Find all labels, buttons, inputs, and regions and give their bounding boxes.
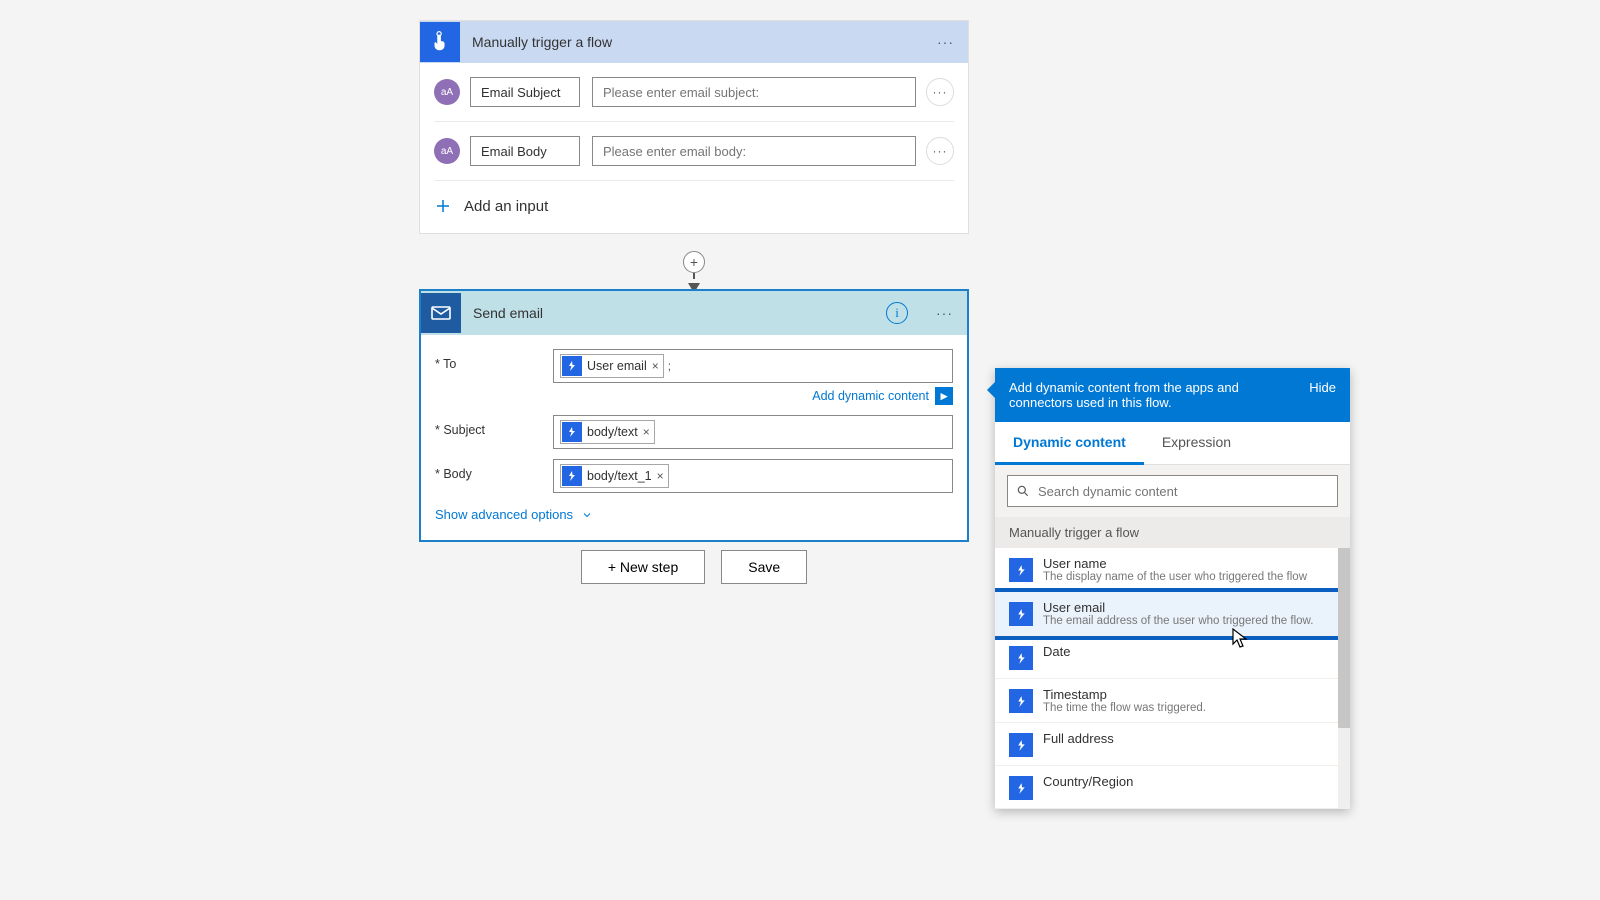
dc-item-date[interactable]: Date: [995, 636, 1350, 679]
trigger-param-row: aA Email Body ···: [434, 122, 954, 181]
flow-token-icon: [1009, 558, 1033, 582]
flow-token-icon: [562, 356, 582, 376]
action-body: * To User email × ; Add dynamic content …: [421, 335, 967, 540]
token-remove-button[interactable]: ×: [652, 359, 659, 373]
search-icon: [1016, 484, 1030, 498]
field-label: * Subject: [435, 415, 553, 437]
token-separator: ;: [668, 359, 671, 373]
manual-trigger-icon: [420, 22, 460, 62]
connector: +: [679, 251, 709, 293]
token-label: body/text_1: [587, 469, 652, 483]
save-button[interactable]: Save: [721, 550, 807, 584]
dc-item-country-region[interactable]: Country/Region: [995, 766, 1350, 809]
token-remove-button[interactable]: ×: [657, 469, 664, 483]
body-input[interactable]: body/text_1 ×: [553, 459, 953, 493]
add-input-button[interactable]: Add an input: [434, 181, 954, 233]
token-body-text[interactable]: body/text ×: [560, 420, 655, 444]
field-subject: * Subject body/text ×: [435, 415, 953, 449]
action-card: Send email i ··· * To User email × ;: [419, 289, 969, 542]
add-dynamic-content-link[interactable]: Add dynamic content ▸: [553, 387, 953, 405]
hide-panel-button[interactable]: Hide: [1309, 380, 1336, 395]
action-title: Send email: [461, 305, 886, 321]
flow-token-icon: [1009, 646, 1033, 670]
trigger-header[interactable]: Manually trigger a flow ···: [420, 21, 968, 63]
plus-icon: [434, 197, 452, 215]
send-email-icon: [421, 293, 461, 333]
trigger-menu-button[interactable]: ···: [923, 34, 968, 50]
show-advanced-options[interactable]: Show advanced options: [435, 507, 953, 522]
param-label[interactable]: Email Subject: [470, 77, 580, 107]
arrow-icon: [693, 273, 695, 279]
flow-token-icon: [562, 466, 582, 486]
subject-input[interactable]: body/text ×: [553, 415, 953, 449]
field-label: * To: [435, 349, 553, 371]
param-label[interactable]: Email Body: [470, 136, 580, 166]
token-body-text-1[interactable]: body/text_1 ×: [560, 464, 669, 488]
new-step-button[interactable]: + New step: [581, 550, 705, 584]
dc-banner: Add dynamic content from the apps and co…: [995, 368, 1350, 422]
action-menu-button[interactable]: ···: [922, 305, 967, 321]
dc-search-input[interactable]: [1030, 484, 1329, 499]
info-icon[interactable]: i: [886, 302, 908, 324]
to-input[interactable]: User email × ;: [553, 349, 953, 383]
param-prompt-input[interactable]: [592, 77, 916, 107]
token-remove-button[interactable]: ×: [643, 425, 650, 439]
dynamic-content-panel: Add dynamic content from the apps and co…: [995, 368, 1350, 809]
dc-group-header: Manually trigger a flow: [995, 517, 1350, 548]
dynamic-content-toggle-icon: ▸: [935, 387, 953, 405]
flow-token-icon: [1009, 776, 1033, 800]
add-input-label: Add an input: [464, 198, 548, 215]
tab-expression[interactable]: Expression: [1144, 422, 1249, 464]
param-menu-button[interactable]: ···: [926, 137, 954, 165]
dc-list: User name The display name of the user w…: [995, 548, 1350, 809]
text-param-icon: aA: [434, 79, 460, 105]
dc-tabs: Dynamic content Expression: [995, 422, 1350, 465]
token-label: User email: [587, 359, 647, 373]
bottom-buttons: + New step Save: [419, 550, 969, 584]
dc-search[interactable]: [1007, 475, 1338, 507]
insert-step-button[interactable]: +: [683, 251, 705, 273]
field-label: * Body: [435, 459, 553, 481]
flow-token-icon: [1009, 733, 1033, 757]
flow-token-icon: [1009, 602, 1033, 626]
trigger-body: aA Email Subject ··· aA Email Body ··· A…: [420, 63, 968, 233]
token-user-email[interactable]: User email ×: [560, 354, 664, 378]
panel-pointer-icon: [987, 382, 995, 398]
action-header[interactable]: Send email i ···: [421, 291, 967, 335]
field-body: * Body body/text_1 ×: [435, 459, 953, 493]
text-param-icon: aA: [434, 138, 460, 164]
dc-item-full-address[interactable]: Full address: [995, 723, 1350, 766]
dc-item-timestamp[interactable]: Timestamp The time the flow was triggere…: [995, 679, 1350, 723]
dc-item-user-email[interactable]: User email The email address of the user…: [995, 592, 1350, 636]
chevron-down-icon: [581, 509, 593, 521]
trigger-card: Manually trigger a flow ··· aA Email Sub…: [419, 20, 969, 234]
dc-item-user-name[interactable]: User name The display name of the user w…: [995, 548, 1350, 592]
trigger-title: Manually trigger a flow: [460, 34, 923, 50]
field-to: * To User email × ; Add dynamic content …: [435, 349, 953, 405]
tab-dynamic-content[interactable]: Dynamic content: [995, 422, 1144, 465]
flow-token-icon: [1009, 689, 1033, 713]
token-label: body/text: [587, 425, 638, 439]
param-menu-button[interactable]: ···: [926, 78, 954, 106]
flow-token-icon: [562, 422, 582, 442]
trigger-param-row: aA Email Subject ···: [434, 63, 954, 122]
scrollbar-thumb[interactable]: [1338, 548, 1350, 728]
param-prompt-input[interactable]: [592, 136, 916, 166]
